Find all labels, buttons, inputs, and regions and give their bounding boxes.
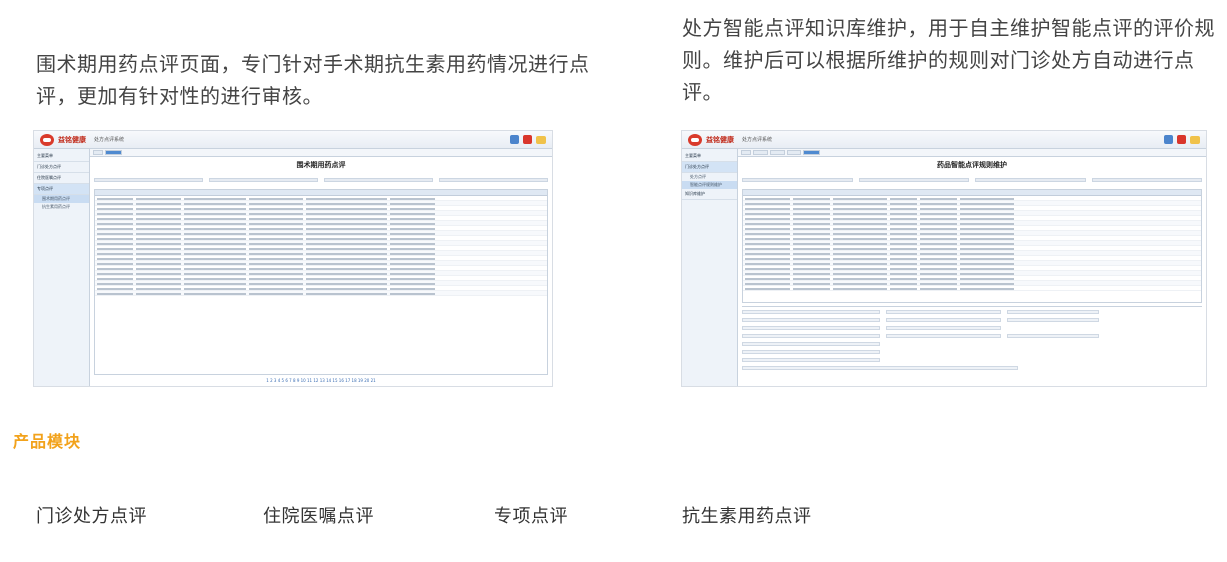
sidebar-sub-rules: 智能点评规则维护 bbox=[682, 181, 737, 189]
folder-icon bbox=[536, 135, 546, 144]
folder-icon bbox=[1190, 135, 1200, 144]
sidebar-item-main: 主要菜单 bbox=[682, 151, 737, 162]
tab-active bbox=[803, 150, 821, 155]
right-description: 处方智能点评知识库维护，用于自主维护智能点评的评价规则。维护后可以根据所维护的规… bbox=[682, 16, 1215, 104]
knowledge-base-screenshot: 益铭健康 处方点评系统 主要菜单 门诊处方点评 处方点评 智能点评规则维护 知识… bbox=[681, 130, 1207, 387]
sidebar-item-outpatient: 门诊处方点评 bbox=[682, 162, 737, 173]
app-header: 益铭健康 处方点评系统 bbox=[682, 131, 1206, 149]
left-description: 围术期用药点评页面，专门针对手术期抗生素用药情况进行点评，更加有针对性的进行审核… bbox=[36, 52, 590, 108]
tab-3 bbox=[786, 150, 802, 155]
screen-title: 围术期用药点评 bbox=[296, 161, 346, 169]
app-title: 处方点评系统 bbox=[94, 137, 125, 143]
brand-logo-icon bbox=[40, 133, 54, 146]
screen-title: 药品智能点评规则维护 bbox=[937, 161, 1007, 169]
module-antibiotic-review[interactable]: 抗生素用药点评 bbox=[682, 505, 812, 529]
sidebar-item-inpatient: 住院医嘱点评 bbox=[34, 173, 89, 184]
sidebar-item-kb: 知识库维护 bbox=[682, 189, 737, 200]
tab-home bbox=[741, 150, 752, 155]
pagination: 1 2 3 4 5 6 7 8 9 10 11 12 13 14 15 16 1… bbox=[266, 378, 376, 383]
tab-strip bbox=[738, 149, 1206, 157]
sidebar-sub-perioperative: 围术期用药点评 bbox=[34, 195, 89, 203]
tab-1 bbox=[753, 150, 768, 155]
sidebar: 主要菜单 门诊处方点评 住院医嘱点评 专项点评 围术期用药点评 抗生素用药点评 bbox=[34, 149, 90, 386]
tab-strip bbox=[90, 149, 552, 157]
home-icon bbox=[510, 135, 519, 144]
module-special-review[interactable]: 专项点评 bbox=[494, 505, 568, 529]
table-row bbox=[743, 286, 1201, 291]
table-row bbox=[95, 291, 547, 296]
filter-form bbox=[94, 173, 548, 187]
logout-icon bbox=[1177, 135, 1186, 144]
sidebar-item-outpatient: 门诊处方点评 bbox=[34, 162, 89, 173]
brand-name: 益铭健康 bbox=[706, 135, 734, 144]
app-title: 处方点评系统 bbox=[742, 137, 773, 143]
tab-2 bbox=[769, 150, 785, 155]
module-inpatient-order-review[interactable]: 住院医嘱点评 bbox=[263, 505, 374, 529]
tab-home bbox=[93, 150, 104, 155]
home-icon bbox=[1164, 135, 1173, 144]
data-grid bbox=[94, 189, 548, 375]
sidebar-sub-antibiotic: 抗生素用药点评 bbox=[42, 204, 70, 209]
data-grid bbox=[742, 189, 1202, 303]
sidebar-item-special: 专项点评 bbox=[34, 184, 89, 195]
module-outpatient-prescription-review[interactable]: 门诊处方点评 bbox=[36, 505, 147, 529]
sidebar-sub-review: 处方点评 bbox=[690, 174, 706, 179]
app-header: 益铭健康 处方点评系统 bbox=[34, 131, 552, 149]
section-title: 产品模块 bbox=[13, 432, 82, 451]
filter-form bbox=[742, 173, 1202, 187]
brand-logo-icon bbox=[688, 133, 702, 146]
tab-active bbox=[105, 150, 123, 155]
sidebar: 主要菜单 门诊处方点评 处方点评 智能点评规则维护 知识库维护 bbox=[682, 149, 738, 386]
sidebar-item-main: 主要菜单 bbox=[34, 151, 89, 162]
perioperative-review-screenshot: 益铭健康 处方点评系统 主要菜单 门诊处方点评 住院医嘱点评 专项点评 围术期用… bbox=[33, 130, 553, 387]
rule-editor-form bbox=[742, 306, 1202, 384]
logout-icon bbox=[523, 135, 532, 144]
brand-name: 益铭健康 bbox=[58, 135, 86, 144]
